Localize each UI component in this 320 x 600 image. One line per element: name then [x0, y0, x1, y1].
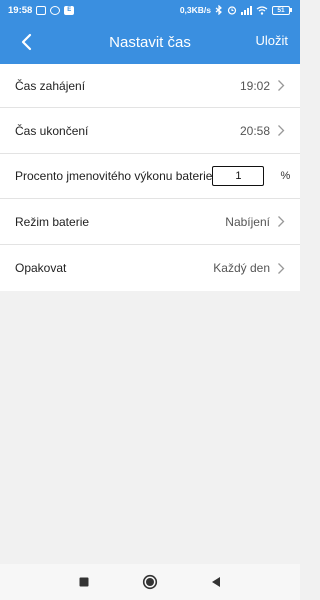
repeat-label: Opakovat: [15, 261, 67, 275]
bluetooth-icon: [215, 5, 222, 15]
start-time-value: 19:02: [239, 78, 270, 93]
chevron-right-icon: [276, 215, 286, 229]
end-time-label: Čas ukončení: [15, 123, 89, 138]
back-button[interactable]: [12, 28, 40, 56]
status-bar: 19:58 E 0,3KB/s 51: [0, 0, 300, 20]
back-arrow-icon: [21, 33, 32, 51]
save-button[interactable]: Uložit: [255, 33, 288, 48]
repeat-value: Každý den: [213, 261, 270, 275]
system-navigation-bar: [0, 564, 300, 600]
battery-icon: 51: [272, 5, 292, 15]
battery-percent-row: Procento jmenovitého výkonu baterie %: [0, 154, 300, 199]
wifi-icon: [256, 5, 268, 15]
app-icon: E: [64, 5, 75, 15]
sync-icon: [50, 5, 61, 15]
battery-mode-label: Režim baterie: [15, 214, 90, 229]
start-time-row[interactable]: Čas zahájení 19:02: [0, 64, 300, 108]
alarm-icon: [227, 6, 237, 15]
chevron-right-icon: [276, 79, 286, 93]
status-time: 19:58: [8, 4, 33, 16]
battery-percent-label: Procento jmenovitého výkonu baterie: [15, 169, 213, 183]
home-button[interactable]: [140, 572, 160, 592]
header-area: 19:58 E 0,3KB/s 51 Nastavit čas Uložit: [0, 0, 300, 64]
recent-apps-button[interactable]: [74, 572, 94, 592]
battery-percent-input[interactable]: [212, 166, 265, 186]
chevron-right-icon: [276, 124, 286, 138]
home-icon: [142, 574, 158, 590]
percent-unit: %: [280, 170, 291, 182]
settings-list: Čas zahájení 19:02 Čas ukončení 20:58 Pr…: [0, 64, 300, 291]
start-time-label: Čas zahájení: [15, 78, 86, 93]
end-time-row[interactable]: Čas ukončení 20:58: [0, 108, 300, 154]
page-title: Nastavit čas: [109, 33, 191, 51]
battery-mode-row[interactable]: Režim baterie Nabíjení: [0, 199, 300, 245]
back-icon: [212, 577, 220, 587]
network-speed: 0,3KB/s: [179, 5, 211, 15]
app-bar: Nastavit čas Uložit: [0, 20, 300, 64]
battery-level: 51: [272, 5, 290, 15]
mail-icon: [36, 5, 47, 15]
recent-apps-icon: [79, 577, 89, 587]
chevron-right-icon: [276, 261, 286, 275]
system-back-button[interactable]: [206, 572, 226, 592]
battery-mode-value: Nabíjení: [225, 214, 270, 229]
signal-icon: [241, 5, 252, 15]
end-time-value: 20:58: [239, 123, 270, 138]
repeat-row[interactable]: Opakovat Každý den: [0, 245, 300, 291]
